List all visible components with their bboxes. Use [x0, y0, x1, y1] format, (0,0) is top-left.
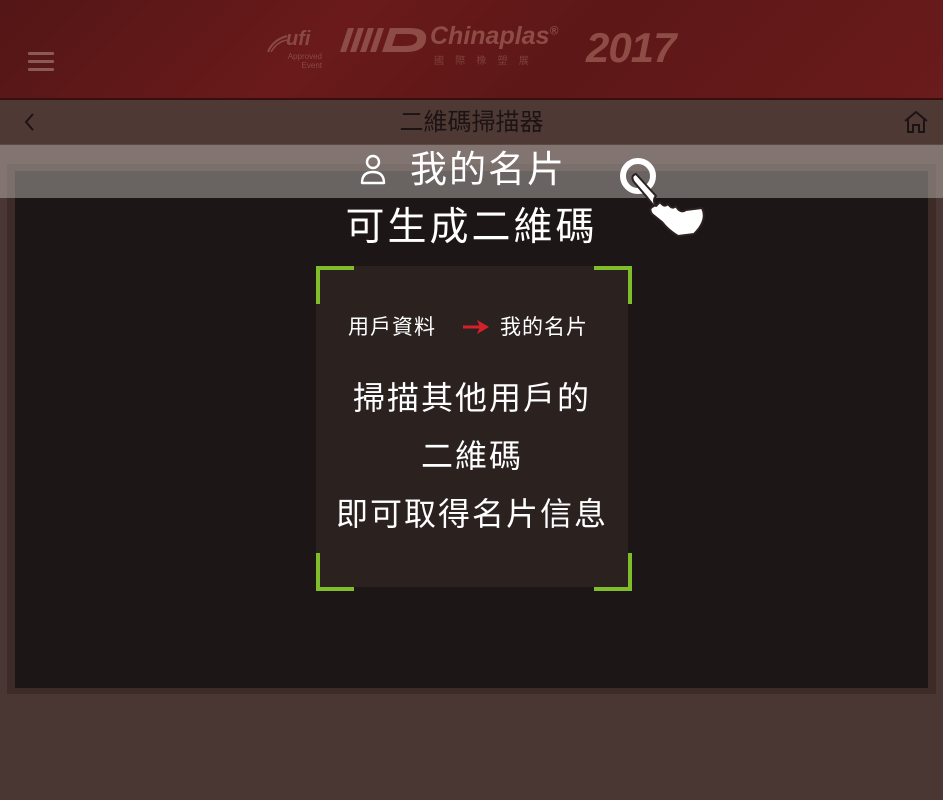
ufi-swoosh-icon [267, 35, 288, 53]
page-title: 二維碼掃描器 [399, 108, 544, 136]
path-from-label: 用戶資料 [348, 315, 436, 339]
home-icon[interactable] [902, 108, 930, 136]
generate-qr-text: 可生成二維碼 [345, 205, 598, 250]
registered-mark: ® [549, 23, 559, 38]
chinaplas-logo-text: Chinaplas® [430, 22, 558, 51]
path-to-label: 我的名片 [500, 315, 588, 339]
chinaplas-subtitle: 國 際 橡 塑 展 [434, 56, 533, 67]
ufi-approved-event-logo: ufi Approved Event [266, 28, 322, 72]
scan-corner-top-left [316, 266, 354, 304]
instruction-line-1: 掃描其他用戶的 [352, 379, 591, 417]
scan-corner-top-right [594, 266, 632, 304]
chinaplas-year: 2017 [586, 24, 676, 71]
brand-name: Chinaplas [430, 22, 550, 50]
scan-corner-bottom-right [594, 553, 632, 591]
ufi-approved-text: Approved [287, 52, 322, 61]
chinaplas-logo-stripes-icon [340, 28, 427, 52]
person-icon [360, 154, 386, 185]
instruction-line-3: 即可取得名片信息 [335, 495, 608, 533]
scan-corner-bottom-left [316, 553, 354, 591]
ufi-event-text: Event [301, 61, 322, 70]
my-card-button[interactable]: 我的名片 [410, 146, 566, 194]
ufi-mark: ufi [286, 28, 311, 50]
arrow-right-icon [463, 320, 489, 334]
hamburger-menu-icon[interactable] [28, 52, 54, 74]
instruction-line-2: 二維碼 [420, 437, 523, 475]
